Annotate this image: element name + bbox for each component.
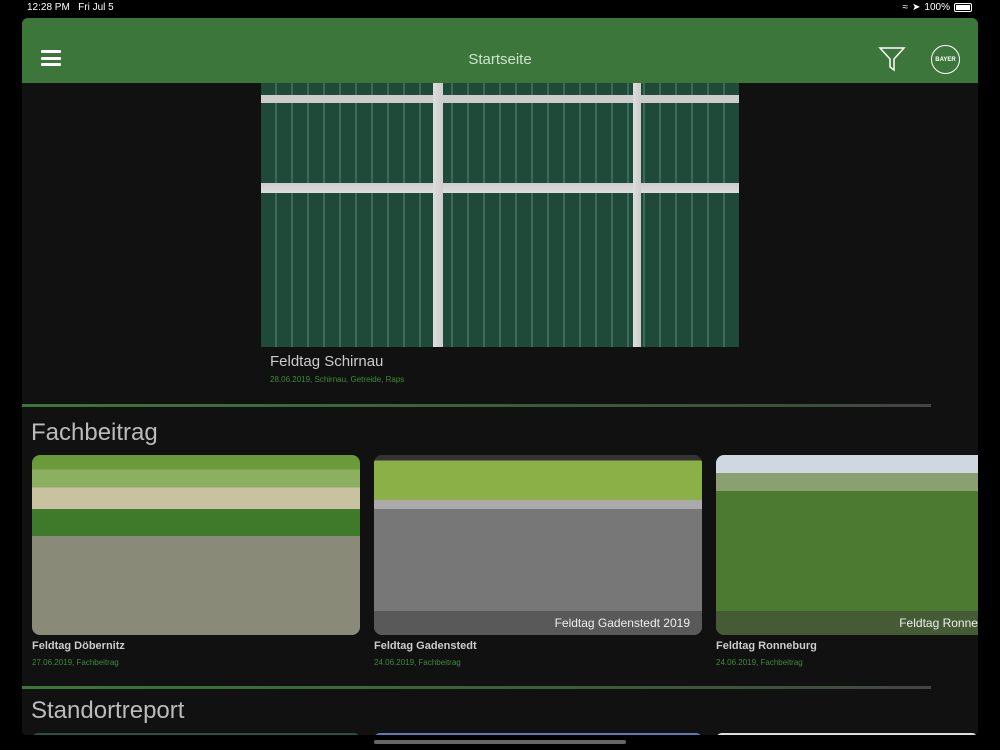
- card-title[interactable]: Feldtag Döbernitz: [32, 640, 125, 652]
- standortreport-card[interactable]: [716, 733, 978, 735]
- page-title: Startseite: [468, 51, 532, 68]
- card-ronneburg[interactable]: Feldtag Ronneburg 2019: [716, 455, 978, 635]
- bayer-logo[interactable]: BAYER: [931, 45, 960, 74]
- standortreport-card[interactable]: [32, 733, 360, 735]
- card-meta: 24.06.2019, Fachbeitrag: [374, 658, 461, 667]
- battery-icon: [954, 3, 972, 12]
- card-meta: 27.06.2019, Fachbeitrag: [32, 658, 119, 667]
- section-divider: [22, 404, 931, 407]
- location-icon: ➤: [912, 2, 921, 13]
- battery-percent: 100%: [924, 2, 950, 13]
- card-title[interactable]: Feldtag Ronneburg: [716, 640, 817, 652]
- status-right: ≈ ➤ 100%: [903, 2, 972, 13]
- status-bar: 12:28 PM Fri Jul 5 ≈ ➤ 100%: [0, 0, 1000, 17]
- card-title[interactable]: Feldtag Gadenstedt: [374, 640, 477, 652]
- card-caption: Feldtag Gadenstedt 2019: [374, 611, 702, 635]
- section-divider: [22, 686, 931, 689]
- standortreport-card[interactable]: [374, 733, 702, 735]
- status-time: 12:28 PM Fri Jul 5: [27, 2, 114, 13]
- card-doebernitz[interactable]: [32, 455, 360, 635]
- header: Startseite BAYER: [22, 18, 978, 83]
- featured-title[interactable]: Feldtag Schirnau: [270, 353, 383, 370]
- card-gadenstedt[interactable]: Feldtag Gadenstedt 2019: [374, 455, 702, 635]
- card-meta: 24.06.2019, Fachbeitrag: [716, 658, 803, 667]
- section-title-fachbeitrag: Fachbeitrag: [31, 419, 158, 446]
- filter-icon[interactable]: [878, 46, 906, 72]
- wifi-icon: ≈: [902, 2, 909, 13]
- featured-meta: 28.06.2019, Schirnau, Getreide, Raps: [270, 375, 405, 384]
- app-window: Startseite BAYER Feldtag Schirnau 28.06.…: [22, 18, 978, 735]
- card-caption: Feldtag Ronneburg 2019: [716, 611, 978, 635]
- section-title-standortreport: Standortreport: [31, 697, 185, 724]
- featured-image[interactable]: [261, 83, 739, 347]
- home-indicator[interactable]: [374, 740, 626, 744]
